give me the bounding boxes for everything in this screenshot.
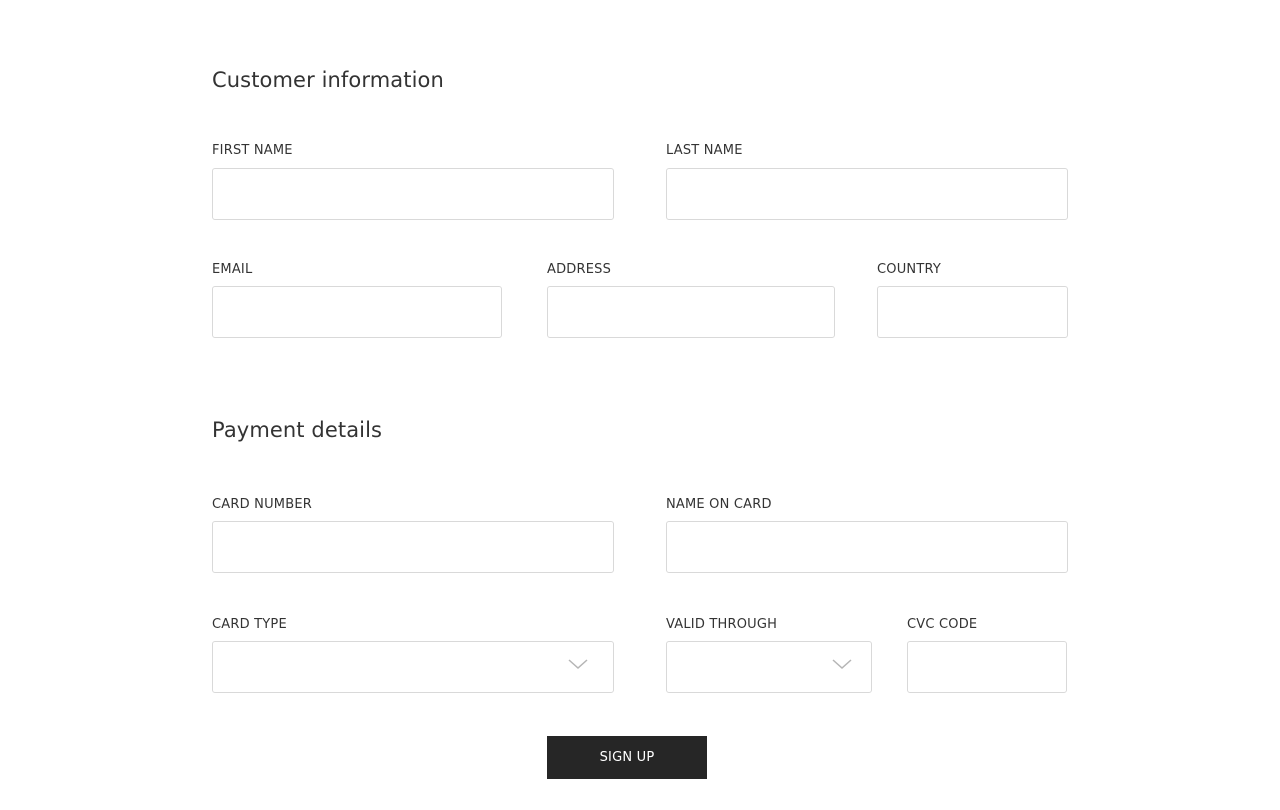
last-name-input[interactable] — [666, 168, 1068, 220]
card-type-label: CARD TYPE — [212, 617, 287, 632]
customer-information-heading: Customer information — [212, 68, 444, 92]
name-on-card-label: NAME ON CARD — [666, 497, 772, 512]
address-input[interactable] — [547, 286, 835, 338]
valid-through-select[interactable] — [666, 641, 872, 693]
address-label: ADDRESS — [547, 262, 612, 277]
valid-through-label: VALID THROUGH — [666, 617, 778, 632]
card-type-select[interactable] — [212, 641, 614, 693]
email-label: EMAIL — [212, 262, 253, 277]
email-input[interactable] — [212, 286, 502, 338]
chevron-down-icon — [832, 659, 852, 670]
chevron-down-icon — [568, 659, 588, 670]
card-number-input[interactable] — [212, 521, 614, 573]
last-name-label: LAST NAME — [666, 143, 743, 158]
signup-form: Customer information FIRST NAME LAST NAM… — [0, 0, 1280, 810]
cvc-code-label: CVC CODE — [907, 617, 978, 632]
country-input[interactable] — [877, 286, 1068, 338]
first-name-input[interactable] — [212, 168, 614, 220]
sign-up-button[interactable]: SIGN UP — [547, 736, 707, 779]
first-name-label: FIRST NAME — [212, 143, 293, 158]
payment-details-heading: Payment details — [212, 418, 383, 442]
name-on-card-input[interactable] — [666, 521, 1068, 573]
country-label: COUNTRY — [877, 262, 942, 277]
card-number-label: CARD NUMBER — [212, 497, 312, 512]
cvc-code-input[interactable] — [907, 641, 1067, 693]
